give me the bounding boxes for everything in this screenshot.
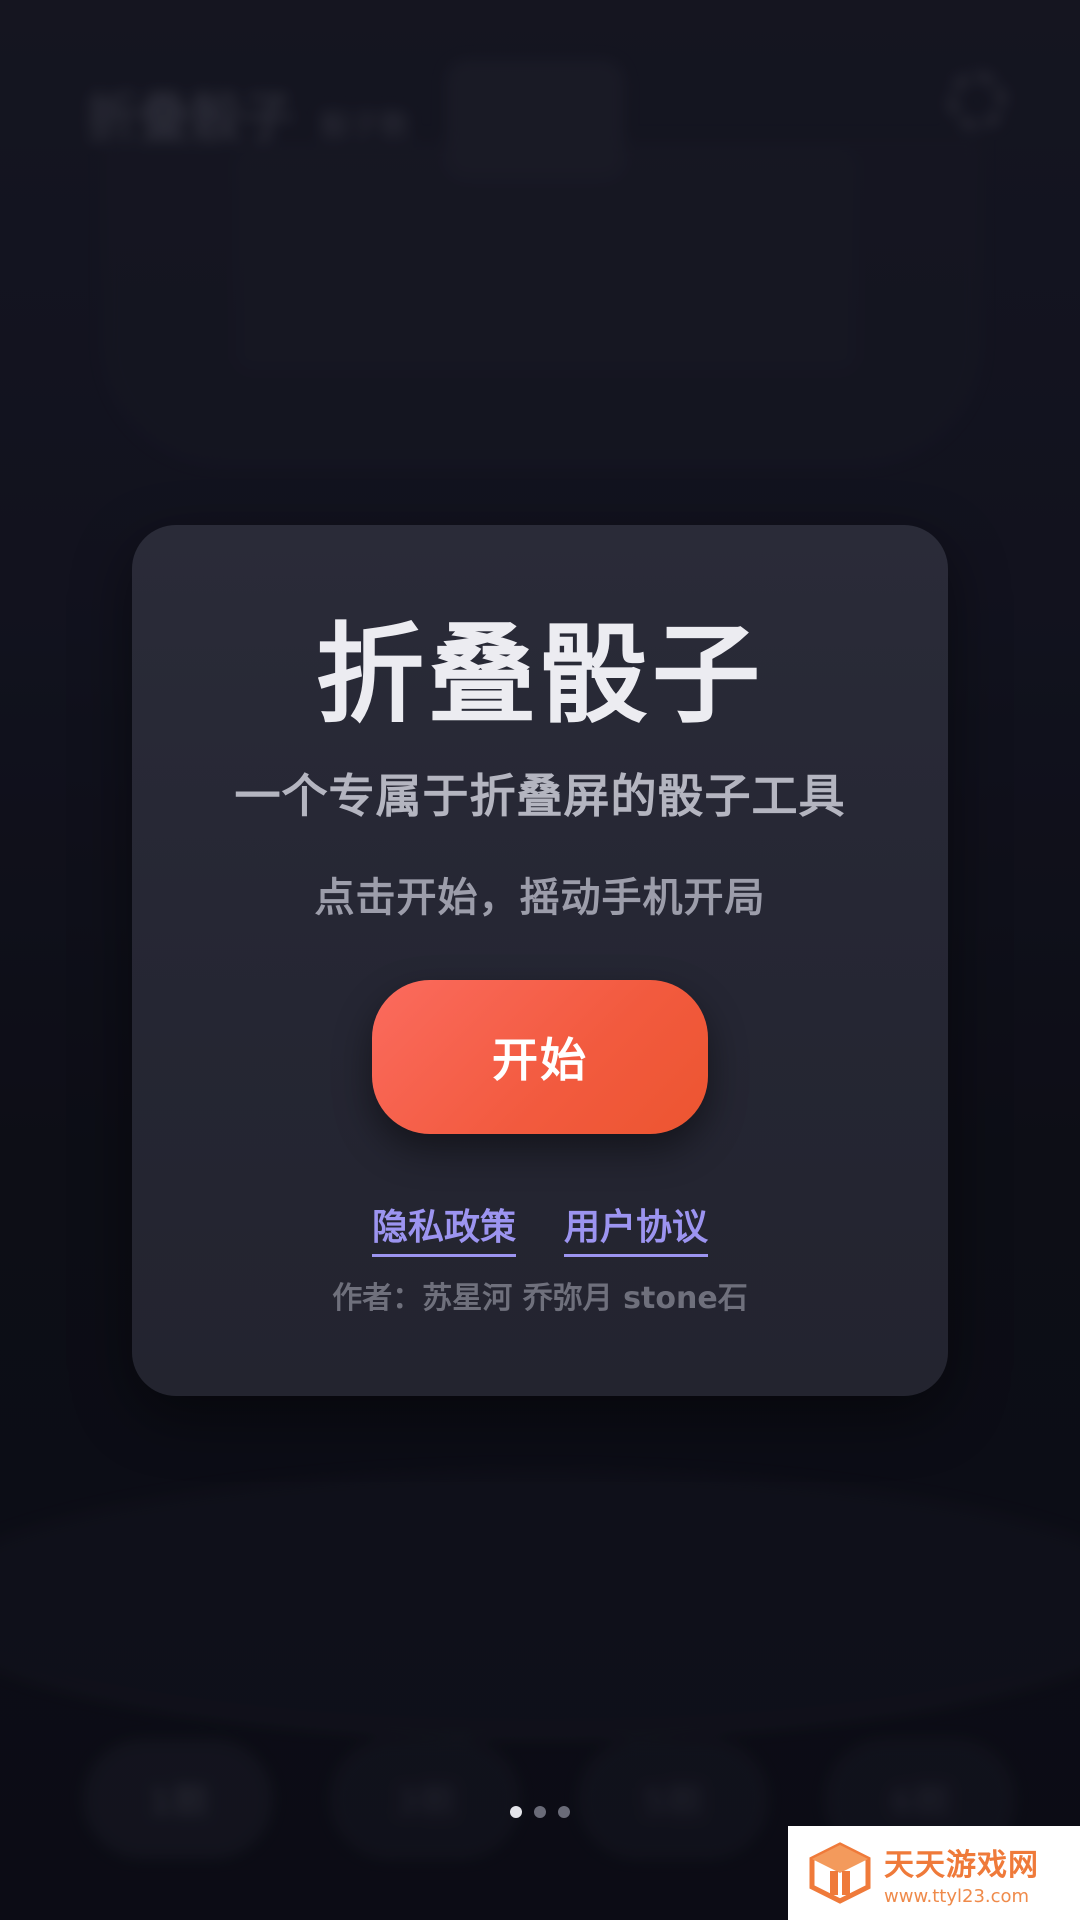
dialog-title: 折叠骰子: [315, 613, 764, 738]
privacy-policy-link[interactable]: 隐私政策: [371, 1198, 516, 1257]
page-dot-active: [510, 1806, 522, 1818]
watermark-url: www.ttyl23.com: [884, 1885, 1030, 1907]
user-agreement-link[interactable]: 用户协议: [564, 1198, 709, 1257]
page-indicator: [0, 1806, 1080, 1818]
page-dot: [534, 1806, 546, 1818]
welcome-dialog: 折叠骰子 一个专属于折叠屏的骰子工具 点击开始，摇动手机开局 开始 隐私政策 用…: [132, 525, 948, 1396]
app-screen: 折叠骰子 骰子数 1颗 3颗 5颗 6颗 折叠骰子 一个专属于折叠屏的骰子工具 …: [0, 0, 1080, 1920]
start-button[interactable]: 开始: [372, 980, 708, 1134]
site-watermark: 天天游戏网 www.ttyl23.com: [788, 1826, 1080, 1920]
watermark-name: 天天游戏网: [884, 1847, 1039, 1883]
page-dot: [558, 1806, 570, 1818]
legal-links: 隐私政策 用户协议: [132, 1198, 948, 1257]
authors-credit: 作者：苏星河 乔弥月 stone石: [332, 1281, 748, 1316]
dialog-subtitle: 一个专属于折叠屏的骰子工具: [234, 769, 846, 823]
dialog-hint: 点击开始，摇动手机开局: [314, 875, 766, 921]
watermark-logo-icon: [809, 1842, 871, 1904]
